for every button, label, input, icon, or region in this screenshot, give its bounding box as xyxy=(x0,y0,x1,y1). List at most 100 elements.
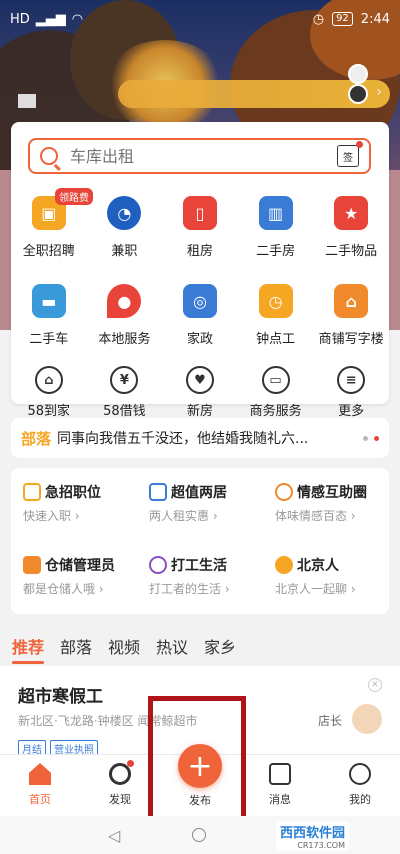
service-58-loan[interactable]: ¥ 58借钱 xyxy=(87,366,163,426)
home-circle-icon[interactable] xyxy=(192,828,207,842)
service-new-house[interactable]: ♥ 新房 xyxy=(162,366,238,426)
search-input[interactable] xyxy=(70,146,337,166)
services-row: ▬ 二手车 ● 本地服务 ◎ 家政 ◷ 钟点工 ⌂ 商铺写字楼 xyxy=(11,278,389,366)
tab-hometown[interactable]: 家乡 xyxy=(204,634,236,658)
service-used-car[interactable]: ▬ 二手车 xyxy=(11,278,87,366)
service-part-time[interactable]: ◔ 兼职 xyxy=(87,190,163,278)
tribe-badge: 部落 xyxy=(21,429,52,448)
service-label: 家政 xyxy=(186,332,213,347)
message-icon xyxy=(269,763,291,785)
service-label: 商铺写字楼 xyxy=(318,332,384,347)
close-icon[interactable]: ✕ xyxy=(368,678,382,692)
carousel-dots xyxy=(363,435,379,441)
service-label: 兼职 xyxy=(111,244,138,259)
services-row: 领路费 ▣ 全职招聘 ◔ 兼职 ▯ 租房 ▥ 二手房 ★ 二手物品 xyxy=(11,188,389,278)
feature-title: 北京人 xyxy=(297,558,339,574)
service-label: 新房 xyxy=(186,404,213,419)
service-label: 58借钱 xyxy=(103,404,146,419)
services-row: ⌂ 58到家 ¥ 58借钱 ♥ 新房 ▭ 商务服务 ≡ 更多 xyxy=(11,366,389,426)
discover-icon xyxy=(109,760,134,785)
clock-worker-icon: ◷ xyxy=(258,284,293,318)
service-label: 二手房 xyxy=(256,244,296,259)
service-business[interactable]: ▭ 商务服务 xyxy=(238,366,314,426)
sun-icon xyxy=(275,556,293,574)
feature-urgent-jobs[interactable]: 急招职位 快速入职 › xyxy=(11,468,137,541)
home-icon xyxy=(29,763,51,785)
tab-recommend[interactable]: 推荐 xyxy=(12,634,45,664)
service-second-house[interactable]: ▥ 二手房 xyxy=(238,190,314,278)
heart-icon xyxy=(149,556,167,574)
search-icon xyxy=(40,147,58,165)
service-label: 二手物品 xyxy=(325,244,378,259)
service-label: 钟点工 xyxy=(256,332,296,347)
service-shop-office[interactable]: ⌂ 商铺写字楼 xyxy=(313,278,389,366)
avatar xyxy=(352,704,382,734)
house-58-icon: ⌂ xyxy=(34,366,63,394)
feed-tabs: 推荐 部落 视频 热议 家乡 xyxy=(12,634,236,664)
job-title: 超市寒假工 xyxy=(18,687,103,707)
car-icon: ▬ xyxy=(31,284,66,318)
job-role: 店长 xyxy=(318,714,343,728)
signal-icon: ▂▄▆ xyxy=(35,11,66,27)
service-label: 二手车 xyxy=(29,332,69,347)
feature-work-life[interactable]: 打工生活 打工者的生活 › xyxy=(137,541,263,614)
service-58-home[interactable]: ⌂ 58到家 xyxy=(11,366,87,426)
status-bar: HD ▂▄▆ ◠ ◷ 92 2:44 xyxy=(0,0,400,38)
smile-icon xyxy=(349,763,371,785)
feature-title: 打工生活 xyxy=(171,558,227,574)
service-second-goods[interactable]: ★ 二手物品 xyxy=(313,190,389,278)
battery-indicator: 92 xyxy=(332,12,353,26)
service-hourly[interactable]: ◷ 钟点工 xyxy=(238,278,314,366)
service-label: 商务服务 xyxy=(249,404,302,419)
feature-warehouse[interactable]: 仓储管理员 都是仓储人哦 › xyxy=(11,541,137,614)
shop-icon: ⌂ xyxy=(334,284,369,318)
map-pin-icon: ● xyxy=(107,284,142,318)
thumbs-up-icon xyxy=(23,556,41,574)
feature-subtitle: 快速入职 xyxy=(23,509,72,523)
search-bar[interactable]: 签 xyxy=(28,138,371,174)
alarm-icon: ◷ xyxy=(312,11,325,27)
wifi-icon: ◠ xyxy=(71,11,84,27)
news-text: 同事向我借五千没还，他结婚我随礼六... xyxy=(57,431,309,447)
feature-two-bedroom[interactable]: 超值两居 两人租实惠 › xyxy=(137,468,263,541)
service-label: 更多 xyxy=(338,404,365,419)
avatar xyxy=(348,84,368,104)
tab-hot[interactable]: 热议 xyxy=(156,634,188,658)
feature-beijing[interactable]: 北京人 北京人一起聊 › xyxy=(263,541,389,614)
chevron-right-icon: › xyxy=(376,84,382,100)
service-label: 全职招聘 xyxy=(22,244,75,259)
feature-subtitle: 都是仓储人哦 xyxy=(23,582,96,596)
more-icon: ≡ xyxy=(337,366,366,394)
heart-house-icon: ♥ xyxy=(185,366,214,394)
service-local[interactable]: ● 本地服务 xyxy=(87,278,163,366)
feature-subtitle: 北京人一起聊 xyxy=(275,582,348,596)
sign-in-icon[interactable]: 签 xyxy=(337,141,363,167)
tab-tribe[interactable]: 部落 xyxy=(60,634,92,658)
avatar xyxy=(348,64,368,84)
network-indicator: HD xyxy=(10,11,30,27)
clock-time: 2:44 xyxy=(360,11,390,27)
service-housekeeping[interactable]: ◎ 家政 xyxy=(162,278,238,366)
services-card: 签 领路费 ▣ 全职招聘 ◔ 兼职 ▯ 租房 ▥ 二手房 ★ 二手物品 xyxy=(11,122,389,419)
tab-video[interactable]: 视频 xyxy=(108,634,140,658)
feature-title: 急招职位 xyxy=(45,485,101,501)
service-rent[interactable]: ▯ 租房 xyxy=(162,190,238,278)
star-bag-icon: ★ xyxy=(334,196,369,230)
service-full-time[interactable]: 领路费 ▣ 全职招聘 xyxy=(11,188,93,278)
feature-subtitle: 两人租实惠 xyxy=(149,509,210,523)
feature-cards: 急招职位 快速入职 › 超值两居 两人租实惠 › 情感互助圈 体味情感百态 › … xyxy=(11,468,389,614)
feature-emotion-circle[interactable]: 情感互助圈 体味情感百态 › xyxy=(263,468,389,541)
washer-icon: ◎ xyxy=(182,284,217,318)
service-label: 租房 xyxy=(186,244,213,259)
highlight-box xyxy=(148,696,246,828)
watermark: 西西软件园 CR173.COM xyxy=(276,822,350,850)
services-grid: 领路费 ▣ 全职招聘 ◔ 兼职 ▯ 租房 ▥ 二手房 ★ 二手物品 ▬ 二手车 … xyxy=(11,188,389,426)
service-more[interactable]: ≡ 更多 xyxy=(313,366,389,426)
chat-icon xyxy=(275,483,293,501)
back-icon[interactable]: ◁ xyxy=(108,826,120,845)
service-label: 58到家 xyxy=(27,404,71,419)
service-label: 本地服务 xyxy=(98,332,151,347)
tribe-news-ticker[interactable]: 部落 同事向我借五千没还，他结婚我随礼六... xyxy=(11,418,389,458)
stopwatch-icon: ◔ xyxy=(107,196,142,230)
city-selector[interactable] xyxy=(18,94,36,108)
